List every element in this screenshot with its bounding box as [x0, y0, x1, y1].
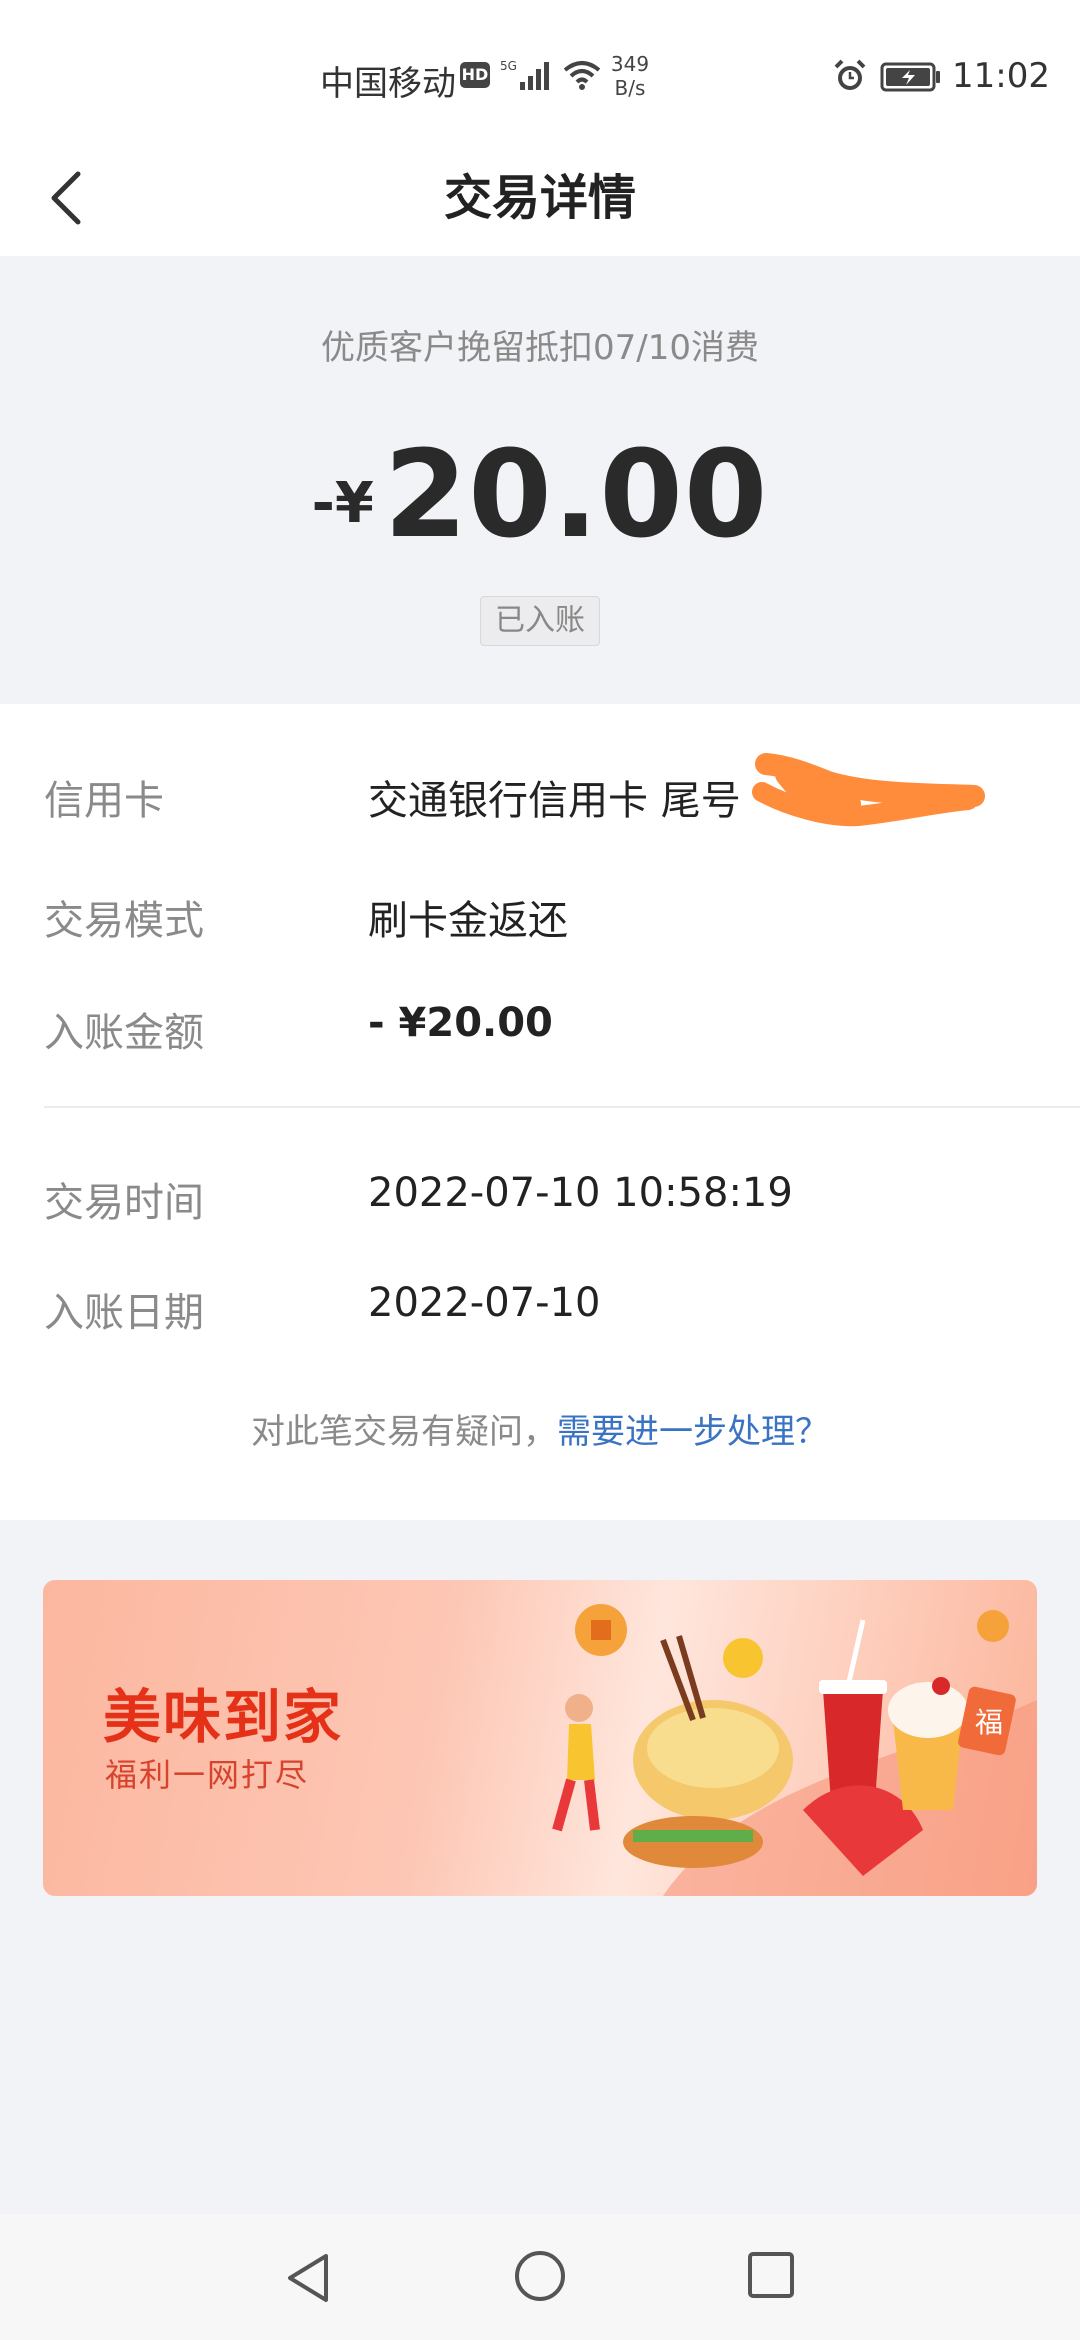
- signal-5g-icon: 5G: [500, 59, 549, 90]
- dispute-text: 对此笔交易有疑问，: [251, 1412, 557, 1452]
- transaction-description: 优质客户挽留抵扣07/10消费: [321, 328, 759, 368]
- hd-badge-icon: HD: [460, 62, 490, 88]
- nav-back-triangle-icon[interactable]: [282, 2250, 334, 2306]
- posted-amount-label: 入账金额: [44, 1010, 204, 1056]
- transaction-time-label: 交易时间: [44, 1180, 204, 1226]
- banner-subtitle: 福利一网打尽: [105, 1756, 310, 1794]
- status-badge: 已入账: [480, 596, 600, 646]
- posting-date-value: 2022-07-10: [368, 1280, 601, 1326]
- clock-time: 11:02: [952, 56, 1050, 96]
- network-speed-unit: B/s: [614, 76, 646, 100]
- dispute-link[interactable]: 需要进一步处理？: [557, 1412, 829, 1452]
- nav-recent-square-icon[interactable]: [746, 2250, 796, 2300]
- nav-header: 交易详情: [0, 140, 1080, 256]
- status-bar: 中国移动 HD 5G 349 B/s 11:02: [0, 0, 1080, 140]
- divider: [44, 1106, 1080, 1108]
- card-value: 交通银行信用卡 尾号: [368, 778, 741, 824]
- promo-banner[interactable]: 美味到家 福利一网打尽 福: [43, 1580, 1037, 1896]
- fu-badge-char: 福: [975, 1706, 1003, 1739]
- alarm-clock-icon: [834, 59, 866, 90]
- card-label: 信用卡: [44, 778, 164, 824]
- posted-amount-value: - ¥20.00: [368, 1000, 553, 1046]
- wifi-icon: [563, 61, 601, 90]
- transaction-amount: -¥20.00: [0, 426, 1080, 565]
- transaction-time-value: 2022-07-10 10:58:19: [368, 1170, 793, 1216]
- battery-charging-icon: [880, 62, 940, 92]
- amount-value: 20.00: [383, 426, 769, 565]
- network-speed: 349 B/s: [608, 52, 652, 100]
- redaction-scribble: [752, 753, 985, 827]
- dispute-prompt: 对此笔交易有疑问，需要进一步处理？: [0, 1404, 1080, 1453]
- banner-title: 美味到家: [103, 1683, 344, 1751]
- system-nav-bar: [0, 2214, 1080, 2340]
- mode-label: 交易模式: [44, 898, 204, 944]
- transaction-details: 信用卡 交通银行信用卡 尾号 交易模式 刷卡金返还 入账金额 - ¥20.00 …: [0, 704, 1080, 1520]
- network-type-label: 5G: [500, 59, 517, 73]
- food-illustration: 福: [552, 1604, 1037, 1896]
- nav-home-circle-icon[interactable]: [512, 2248, 568, 2304]
- amount-prefix: -¥: [311, 471, 374, 536]
- page-title: 交易详情: [443, 170, 636, 226]
- mode-value: 刷卡金返还: [368, 898, 568, 944]
- posting-date-label: 入账日期: [44, 1290, 204, 1336]
- transaction-summary: 优质客户挽留抵扣07/10消费 -¥20.00 已入账: [0, 256, 1080, 704]
- network-speed-value: 349: [610, 52, 650, 76]
- carrier-name: 中国移动: [320, 64, 456, 104]
